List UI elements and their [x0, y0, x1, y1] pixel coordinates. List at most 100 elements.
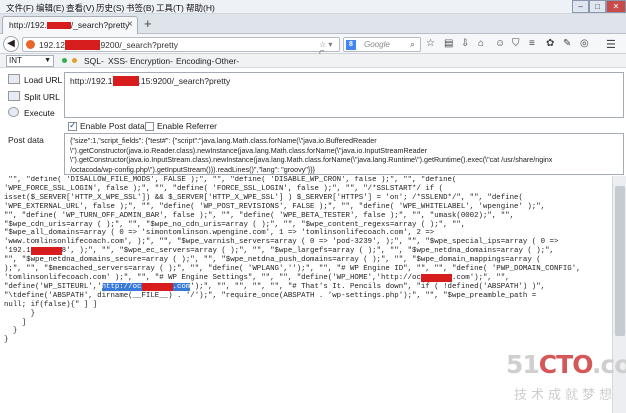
- split-url-icon: [8, 91, 20, 101]
- hackbar-left-panel: Load URL Split URL Execute: [0, 68, 64, 176]
- output-line: 'WPE_FORCE_SSL_LOGIN', false );", "", "d…: [4, 185, 612, 194]
- enable-post-label: Enable Post data: [80, 121, 145, 131]
- navigation-bar: ◀ 192.120.100.15:9200/_search?pretty ☆ ▾…: [0, 34, 626, 58]
- post-data-textarea[interactable]: {"size":1,"script_fields": {"test#": {"s…: [64, 133, 624, 175]
- menu-history[interactable]: 历史(S): [96, 2, 124, 14]
- extension-icon[interactable]: ✿: [546, 38, 554, 49]
- execute-button[interactable]: Execute: [24, 108, 55, 118]
- menu-help[interactable]: 帮助(H): [186, 2, 215, 14]
- home-icon[interactable]: ⌂: [478, 38, 484, 49]
- output-line: );", "", "$memcached_servers=array ( );"…: [4, 265, 612, 274]
- output-text: );", "", "$memcached_servers=array ( );"…: [4, 265, 581, 274]
- output-line: "$wpe_cdn_uris=array ( );", "", "$wpe_no…: [4, 221, 612, 230]
- post-data-line: {"size":1,"script_fields": {"test#": {"s…: [70, 136, 377, 145]
- menu-other[interactable]: Other-: [215, 56, 239, 66]
- menu-icon[interactable]: ≡: [529, 38, 535, 49]
- addon-icon[interactable]: ✎: [563, 38, 571, 49]
- output-line: "define('WP_SITEURL','http://oc0000000.c…: [4, 282, 612, 292]
- menu-view[interactable]: 查看(V): [66, 2, 94, 14]
- chevron-down-icon: ▼: [44, 57, 51, 64]
- output-line: }: [4, 336, 612, 345]
- watermark-logo: 51CTO.com: [506, 350, 626, 379]
- hackbar-toolbar: INT ▼ SQL- XSS- Encryption- Encoding- Oth…: [0, 54, 626, 68]
- output-text: 8', );", "", "$wpe_ec_servers=array ( );…: [61, 247, 554, 256]
- post-data-line: \").getConstructor(java.io.Reader.class)…: [70, 145, 428, 155]
- output-line: "\tdefine('ABSPATH', dirname(__FILE__) .…: [4, 292, 612, 301]
- split-url-button[interactable]: Split URL: [24, 92, 60, 102]
- output-line: }: [4, 327, 612, 336]
- site-identity-icon[interactable]: [26, 40, 35, 49]
- output-line: "", "$wpe_netdna_domains_secure=array ( …: [4, 256, 612, 265]
- minimize-button[interactable]: –: [572, 0, 589, 13]
- enable-referrer-checkbox[interactable]: [145, 122, 154, 131]
- redaction-mark: 00.100: [112, 76, 139, 86]
- menu-xss[interactable]: XSS-: [108, 56, 128, 66]
- menu-encryption[interactable]: Encryption-: [130, 56, 173, 66]
- selected-text: http://oc0000000.com: [101, 282, 191, 291]
- enable-post-checkbox[interactable]: [68, 120, 77, 131]
- menu-sql[interactable]: SQL-: [84, 56, 104, 66]
- new-tab-button[interactable]: +: [144, 16, 152, 31]
- menu-file[interactable]: 文件(F): [6, 2, 34, 14]
- redaction-mark: 0000000: [141, 282, 173, 291]
- address-text[interactable]: 192.120.100.15:9200/_search?pretty: [39, 40, 178, 50]
- menu-encoding[interactable]: Encoding-: [176, 56, 214, 66]
- address-bar[interactable]: 192.120.100.15:9200/_search?pretty ☆ ▾ C: [22, 37, 340, 58]
- watermark-logo-a: 51: [506, 350, 540, 379]
- download-icon[interactable]: ⇩: [461, 38, 469, 49]
- address-prefix: 192.12: [39, 40, 65, 50]
- tab-title-suffix: /_search?pretty: [70, 20, 130, 30]
- bookmark-star-icon[interactable]: ☆: [426, 38, 435, 49]
- output-text: "", "$wpe_netdna_domains_secure=array ( …: [4, 256, 541, 265]
- search-box[interactable]: 8 Google ⌕: [343, 37, 421, 52]
- type-selector[interactable]: INT ▼: [6, 55, 54, 67]
- output-text: 'WPE_FORCE_SSL_LOGIN', false );", "", "d…: [4, 184, 444, 193]
- close-tab-icon[interactable]: ×: [127, 17, 133, 33]
- address-suffix: 9200/_search?pretty: [100, 40, 178, 50]
- output-line: }: [4, 310, 612, 319]
- globe-icon[interactable]: ◎: [580, 38, 589, 49]
- close-window-button[interactable]: ✕: [606, 0, 626, 13]
- status-dot-orange-icon: [72, 58, 77, 63]
- menu-bar: 文件(F) 编辑(E) 查看(V) 历史(S) 书签(B) 工具(T) 帮助(H…: [0, 0, 626, 14]
- search-icon[interactable]: ⌕: [410, 39, 415, 50]
- output-line: null; if(false){" ] ]: [4, 301, 612, 310]
- output-text: "$wpe_all_domains=array ( 0 => 'simontom…: [4, 229, 435, 238]
- url-textarea[interactable]: http://192.100.100.15:9200/_search?prett…: [64, 72, 624, 118]
- load-url-button[interactable]: Load URL: [24, 75, 62, 85]
- url-suffix: .15:9200/_search?pretty: [138, 76, 231, 86]
- status-dot-green-icon: [62, 58, 67, 63]
- hamburger-menu-icon[interactable]: ☰: [606, 38, 616, 51]
- chat-icon[interactable]: ☺: [495, 38, 505, 49]
- menu-bookmarks[interactable]: 书签(B): [126, 2, 154, 14]
- output-line: isset($_SERVER['HTTP_X_WPE_SSL']) && $_S…: [4, 194, 612, 203]
- tab-search[interactable]: http://192. /_search?pretty ×: [2, 16, 138, 34]
- output-text: "", "define( 'WP_TURN_OFF_ADMIN_BAR', fa…: [4, 211, 515, 220]
- reading-list-icon[interactable]: ▤: [444, 38, 453, 49]
- output-line: "", "define( 'WP_TURN_OFF_ADMIN_BAR', fa…: [4, 212, 612, 221]
- post-data-line: /octacoda/wp-config.php\").getInputStrea…: [70, 164, 316, 174]
- search-placeholder: Google: [364, 40, 390, 49]
- back-arrow-icon[interactable]: ◀: [3, 36, 19, 52]
- output-line: 'WPE_EXTERNAL_URL', false );", "", "defi…: [4, 203, 612, 212]
- redaction-mark: 0000000: [30, 247, 62, 256]
- scrollbar-thumb[interactable]: [615, 186, 625, 336]
- maximize-button[interactable]: □: [589, 0, 606, 13]
- redaction-mark: [46, 22, 71, 30]
- load-url-icon: [8, 74, 20, 84]
- output-text: 'www.tomlinsonlifecoach.com', );", "", "…: [4, 238, 559, 247]
- menu-edit[interactable]: 编辑(E): [36, 2, 64, 14]
- tab-title-prefix: http://192.: [9, 20, 47, 30]
- output-text: .com');", "",: [451, 273, 510, 282]
- output-text: "", "define( 'DISALLOW_FILE_MODS', FALSE…: [4, 176, 457, 184]
- post-data-label: Post data: [8, 135, 44, 145]
- output-text: "define('WP_SITEURL',': [4, 282, 102, 291]
- output-text: }: [4, 327, 18, 336]
- output-line: ]: [4, 319, 612, 328]
- type-selector-value: INT: [9, 56, 22, 65]
- menu-tools[interactable]: 工具(T): [156, 2, 184, 14]
- watermark-logo-c: .com: [591, 350, 626, 379]
- output-text: '192.1: [4, 247, 31, 256]
- url-prefix: http://192.1: [70, 76, 113, 86]
- shield-icon[interactable]: ⛉: [512, 38, 520, 49]
